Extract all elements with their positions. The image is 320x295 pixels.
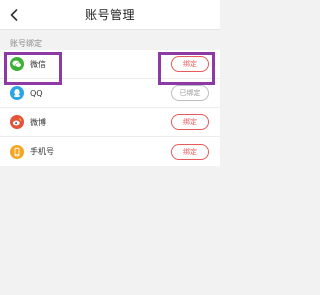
chevron-left-icon	[10, 9, 18, 21]
account-label-weibo: 微博	[30, 117, 46, 127]
page-title: 账号管理	[84, 8, 135, 22]
account-label-wechat: 微信	[30, 59, 46, 69]
account-row-qq: QQ 已绑定	[0, 79, 220, 108]
account-label-phone: 手机号	[30, 147, 54, 156]
account-list: 微信 绑定 QQ 已绑定 微博 绑定 手机号 绑定	[0, 50, 220, 166]
bind-button-phone[interactable]: 绑定	[171, 143, 209, 160]
bound-button-qq[interactable]: 已绑定	[171, 85, 209, 101]
weibo-icon	[10, 115, 24, 129]
account-row-wechat: 微信 绑定	[0, 50, 220, 79]
bind-button-weibo[interactable]: 绑定	[171, 114, 209, 130]
nav-header: 账号管理	[0, 0, 220, 30]
back-button[interactable]	[6, 6, 22, 24]
wechat-icon	[10, 57, 24, 71]
phone-icon	[10, 144, 24, 159]
qq-icon	[10, 86, 24, 100]
account-management-screen: 账号管理 账号绑定 微信 绑定 QQ 已绑定 微博 绑定 手机号 绑定	[0, 0, 220, 295]
bind-button-wechat[interactable]: 绑定	[171, 56, 209, 72]
account-row-phone: 手机号 绑定	[0, 137, 220, 166]
account-label-qq: QQ	[30, 88, 43, 98]
section-label: 账号绑定	[10, 39, 42, 48]
account-row-weibo: 微博 绑定	[0, 108, 220, 137]
